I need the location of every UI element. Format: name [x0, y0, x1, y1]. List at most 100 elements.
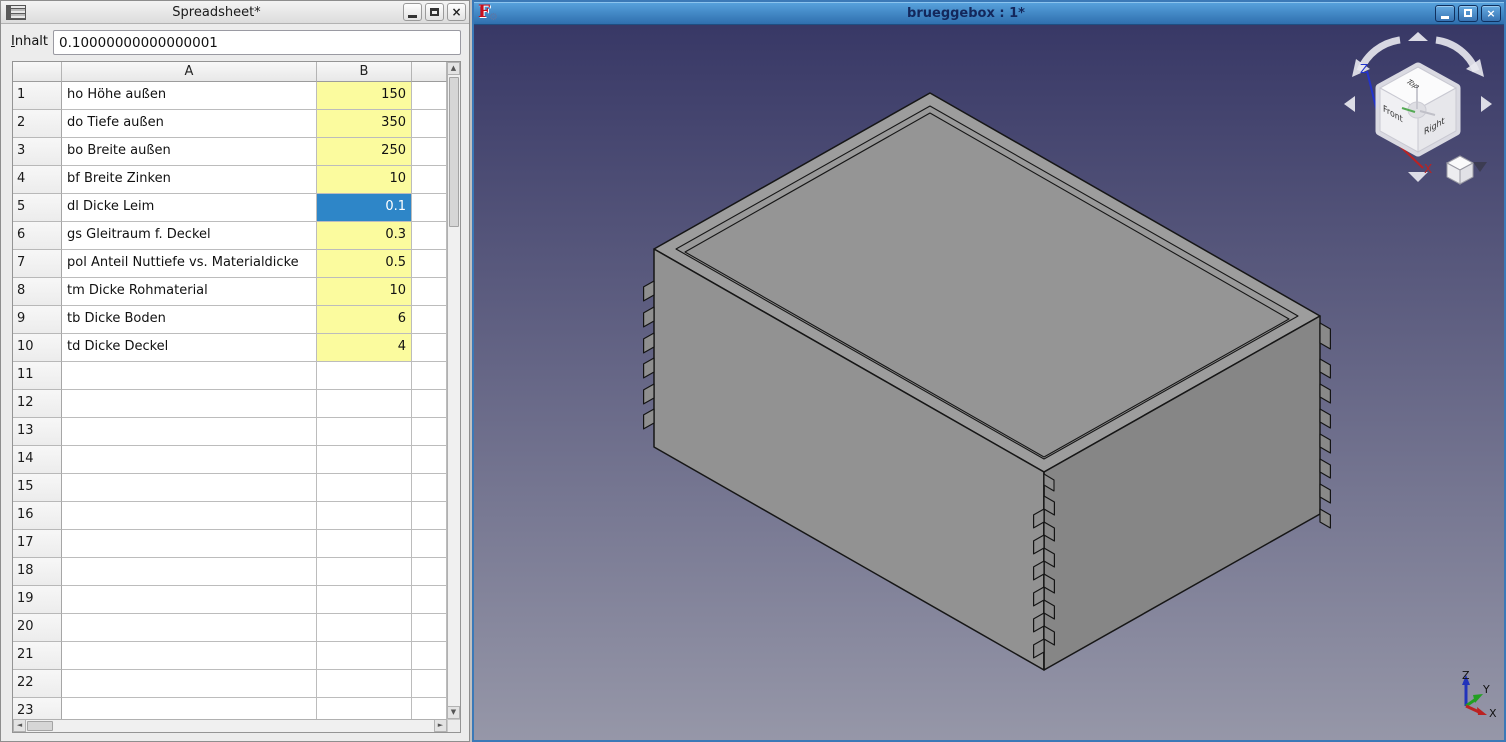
scroll-left-button[interactable]: ◄ [13, 719, 26, 732]
nav-arrow-up[interactable] [1408, 32, 1428, 41]
cell-a[interactable]: bo Breite außen [62, 138, 317, 166]
cell-a[interactable]: dl Dicke Leim [62, 194, 317, 222]
cell-b[interactable] [317, 390, 412, 418]
horizontal-scrollbar[interactable]: ◄ ► [13, 719, 447, 732]
vertical-scrollbar[interactable]: ▲ ▼ [447, 62, 460, 719]
row-header[interactable]: 2 [13, 110, 62, 138]
column-header-a[interactable]: A [62, 62, 317, 82]
cell-a[interactable]: pol Anteil Nuttiefe vs. Materialdicke [62, 250, 317, 278]
close-button[interactable]: × [447, 3, 466, 21]
cell-stub[interactable] [412, 614, 447, 642]
cell-a[interactable] [62, 362, 317, 390]
cell-b[interactable] [317, 474, 412, 502]
cell-b[interactable] [317, 362, 412, 390]
cell-a[interactable]: tm Dicke Rohmaterial [62, 278, 317, 306]
row-header[interactable]: 16 [13, 502, 62, 530]
cell-b[interactable]: 4 [317, 334, 412, 362]
horizontal-scroll-thumb[interactable] [27, 721, 53, 731]
cell-a[interactable] [62, 698, 317, 719]
navcube-dropdown-icon[interactable] [1473, 162, 1487, 172]
cell-stub[interactable] [412, 502, 447, 530]
close-button-3d[interactable]: × [1481, 5, 1501, 22]
navigation-cluster[interactable]: Top Front Right Z X [1344, 32, 1492, 184]
cell-b[interactable] [317, 586, 412, 614]
cell-b[interactable] [317, 698, 412, 719]
row-header[interactable]: 9 [13, 306, 62, 334]
cell-a[interactable]: do Tiefe außen [62, 110, 317, 138]
cell-a[interactable] [62, 642, 317, 670]
row-header[interactable]: 18 [13, 558, 62, 586]
scroll-right-button[interactable]: ► [434, 719, 447, 732]
row-header[interactable]: 4 [13, 166, 62, 194]
selected-cell[interactable]: 0.1 [317, 194, 412, 222]
nav-arrow-right[interactable] [1481, 96, 1492, 112]
row-header[interactable]: 13 [13, 418, 62, 446]
cell-stub[interactable] [412, 194, 447, 222]
cell-stub[interactable] [412, 166, 447, 194]
cell-a[interactable]: tb Dicke Boden [62, 306, 317, 334]
cell-a[interactable]: bf Breite Zinken [62, 166, 317, 194]
3d-viewport[interactable]: Top Front Right Z X Z [474, 25, 1504, 740]
cell-a[interactable]: gs Gleitraum f. Deckel [62, 222, 317, 250]
row-header[interactable]: 8 [13, 278, 62, 306]
row-header[interactable]: 12 [13, 390, 62, 418]
box-model[interactable] [644, 93, 1331, 670]
cell-b[interactable] [317, 418, 412, 446]
cell-a[interactable] [62, 446, 317, 474]
cell-b[interactable] [317, 530, 412, 558]
cell-a[interactable]: ho Höhe außen [62, 82, 317, 110]
cell-b[interactable]: 150 [317, 82, 412, 110]
cell-stub[interactable] [412, 250, 447, 278]
cell-stub[interactable] [412, 586, 447, 614]
scroll-down-button[interactable]: ▼ [447, 706, 460, 719]
row-header[interactable]: 10 [13, 334, 62, 362]
cell-stub[interactable] [412, 334, 447, 362]
cell-a[interactable] [62, 418, 317, 446]
cell-a[interactable] [62, 586, 317, 614]
cell-stub[interactable] [412, 446, 447, 474]
3d-view-titlebar[interactable]: F ⚙ brueggebox : 1* × [474, 2, 1504, 25]
row-header[interactable]: 21 [13, 642, 62, 670]
cell-b[interactable]: 0.5 [317, 250, 412, 278]
navcube-menu[interactable] [1447, 156, 1487, 184]
row-header[interactable]: 3 [13, 138, 62, 166]
cell-a[interactable] [62, 474, 317, 502]
cell-b[interactable]: 350 [317, 110, 412, 138]
cell-b[interactable]: 10 [317, 278, 412, 306]
cell-a[interactable] [62, 390, 317, 418]
row-header[interactable]: 6 [13, 222, 62, 250]
nav-arrow-left[interactable] [1344, 96, 1355, 112]
maximize-button-3d[interactable] [1458, 5, 1478, 22]
cell-a[interactable] [62, 502, 317, 530]
cell-stub[interactable] [412, 306, 447, 334]
cell-b[interactable] [317, 558, 412, 586]
cell-stub[interactable] [412, 110, 447, 138]
row-header[interactable]: 23 [13, 698, 62, 719]
cell-stub[interactable] [412, 138, 447, 166]
cell-b[interactable]: 250 [317, 138, 412, 166]
cell-stub[interactable] [412, 222, 447, 250]
cell-content-input[interactable] [53, 30, 461, 55]
cell-b[interactable]: 10 [317, 166, 412, 194]
cell-stub[interactable] [412, 642, 447, 670]
cell-b[interactable] [317, 502, 412, 530]
row-header[interactable]: 7 [13, 250, 62, 278]
row-header[interactable]: 17 [13, 530, 62, 558]
row-header[interactable]: 11 [13, 362, 62, 390]
cell-a[interactable] [62, 558, 317, 586]
cell-stub[interactable] [412, 82, 447, 110]
cell-stub[interactable] [412, 558, 447, 586]
cell-stub[interactable] [412, 670, 447, 698]
cell-stub[interactable] [412, 362, 447, 390]
minimize-button-3d[interactable] [1435, 5, 1455, 22]
row-header[interactable]: 14 [13, 446, 62, 474]
cell-b[interactable] [317, 642, 412, 670]
cell-b[interactable]: 6 [317, 306, 412, 334]
cell-stub[interactable] [412, 390, 447, 418]
cell-stub[interactable] [412, 474, 447, 502]
cell-stub[interactable] [412, 278, 447, 306]
cell-stub[interactable] [412, 418, 447, 446]
cell-a[interactable] [62, 614, 317, 642]
cell-a[interactable] [62, 670, 317, 698]
corner-header[interactable] [13, 62, 62, 82]
